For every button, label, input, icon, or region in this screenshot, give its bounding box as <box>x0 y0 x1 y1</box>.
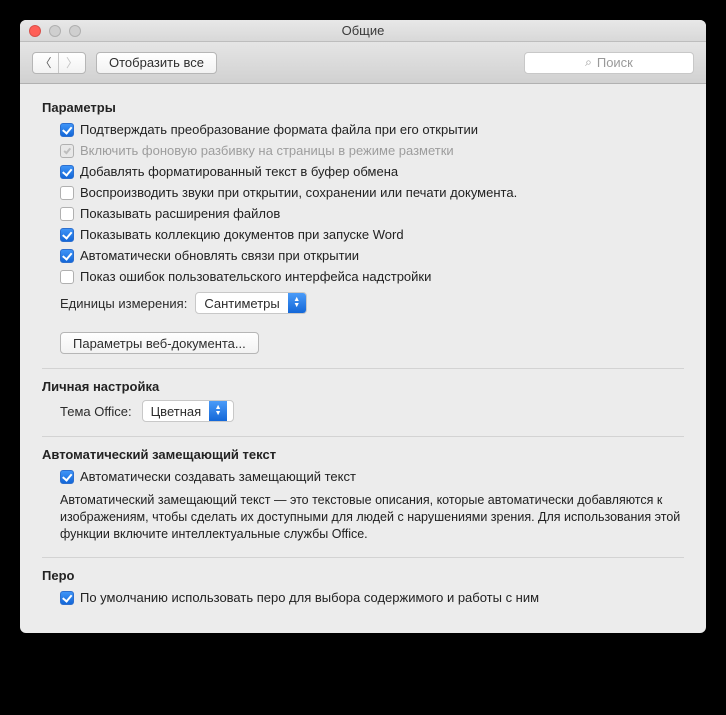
divider <box>42 436 684 437</box>
pen-checkbox-label: По умолчанию использовать перо для выбор… <box>80 589 539 607</box>
param-label-3: Воспроизводить звуки при открытии, сохра… <box>80 184 517 202</box>
web-document-params-button[interactable]: Параметры веб-документа... <box>60 332 259 354</box>
search-input[interactable]: ⌕ Поиск <box>524 52 694 74</box>
params-options: Подтверждать преобразование формата файл… <box>42 121 684 286</box>
units-value: Сантиметры <box>196 296 287 311</box>
units-select[interactable]: Сантиметры ▲▼ <box>195 292 306 314</box>
param-checkbox-1 <box>60 144 74 158</box>
divider <box>42 557 684 558</box>
theme-select[interactable]: Цветная ▲▼ <box>142 400 234 422</box>
window-controls <box>29 25 81 37</box>
zoom-icon <box>69 25 81 37</box>
back-button[interactable]: 〈 <box>33 53 59 73</box>
theme-row: Тема Office: Цветная ▲▼ <box>42 400 684 422</box>
param-row-6[interactable]: Автоматически обновлять связи при открыт… <box>60 247 684 265</box>
param-checkbox-5[interactable] <box>60 228 74 242</box>
alttext-checkbox-label: Автоматически создавать замещающий текст <box>80 468 356 486</box>
alttext-description: Автоматический замещающий текст — это те… <box>42 492 684 543</box>
section-heading-alttext: Автоматический замещающий текст <box>42 447 684 462</box>
nav-segment: 〈 〉 <box>32 52 86 74</box>
section-heading-params: Параметры <box>42 100 684 115</box>
titlebar: Общие <box>20 20 706 42</box>
alttext-checkbox[interactable] <box>60 470 74 484</box>
preferences-window: Общие 〈 〉 Отобразить все ⌕ Поиск Парамет… <box>20 20 706 633</box>
param-checkbox-3[interactable] <box>60 186 74 200</box>
chevron-left-icon: 〈 <box>39 57 51 69</box>
param-label-4: Показывать расширения файлов <box>80 205 280 223</box>
select-arrows-icon: ▲▼ <box>288 293 306 313</box>
toolbar: 〈 〉 Отобразить все ⌕ Поиск <box>20 42 706 84</box>
param-row-2[interactable]: Добавлять форматированный текст в буфер … <box>60 163 684 181</box>
pen-checkbox[interactable] <box>60 591 74 605</box>
divider <box>42 368 684 369</box>
section-heading-pen: Перо <box>42 568 684 583</box>
param-checkbox-4[interactable] <box>60 207 74 221</box>
theme-label: Тема Office: <box>60 404 132 419</box>
param-checkbox-2[interactable] <box>60 165 74 179</box>
param-row-4[interactable]: Показывать расширения файлов <box>60 205 684 223</box>
units-label: Единицы измерения: <box>60 296 187 311</box>
param-label-6: Автоматически обновлять связи при открыт… <box>80 247 359 265</box>
show-all-button[interactable]: Отобразить все <box>96 52 217 74</box>
param-label-7: Показ ошибок пользовательского интерфейс… <box>80 268 431 286</box>
param-checkbox-0[interactable] <box>60 123 74 137</box>
param-label-1: Включить фоновую разбивку на страницы в … <box>80 142 454 160</box>
minimize-icon <box>49 25 61 37</box>
search-icon: ⌕ <box>585 55 592 70</box>
theme-value: Цветная <box>143 404 210 419</box>
alttext-checkbox-row[interactable]: Автоматически создавать замещающий текст <box>60 468 684 486</box>
param-row-3[interactable]: Воспроизводить звуки при открытии, сохра… <box>60 184 684 202</box>
param-label-2: Добавлять форматированный текст в буфер … <box>80 163 398 181</box>
param-checkbox-6[interactable] <box>60 249 74 263</box>
param-checkbox-7[interactable] <box>60 270 74 284</box>
param-row-1: Включить фоновую разбивку на страницы в … <box>60 142 684 160</box>
close-icon[interactable] <box>29 25 41 37</box>
param-row-0[interactable]: Подтверждать преобразование формата файл… <box>60 121 684 139</box>
param-row-5[interactable]: Показывать коллекцию документов при запу… <box>60 226 684 244</box>
pen-checkbox-row[interactable]: По умолчанию использовать перо для выбор… <box>60 589 684 607</box>
param-label-5: Показывать коллекцию документов при запу… <box>80 226 404 244</box>
search-placeholder: Поиск <box>597 55 633 70</box>
content-area: Параметры Подтверждать преобразование фо… <box>20 84 706 633</box>
forward-button: 〉 <box>59 53 85 73</box>
param-row-7[interactable]: Показ ошибок пользовательского интерфейс… <box>60 268 684 286</box>
select-arrows-icon: ▲▼ <box>209 401 227 421</box>
section-heading-personal: Личная настройка <box>42 379 684 394</box>
units-row: Единицы измерения: Сантиметры ▲▼ <box>42 292 684 314</box>
window-title: Общие <box>20 23 706 38</box>
chevron-right-icon: 〉 <box>66 57 78 69</box>
param-label-0: Подтверждать преобразование формата файл… <box>80 121 478 139</box>
